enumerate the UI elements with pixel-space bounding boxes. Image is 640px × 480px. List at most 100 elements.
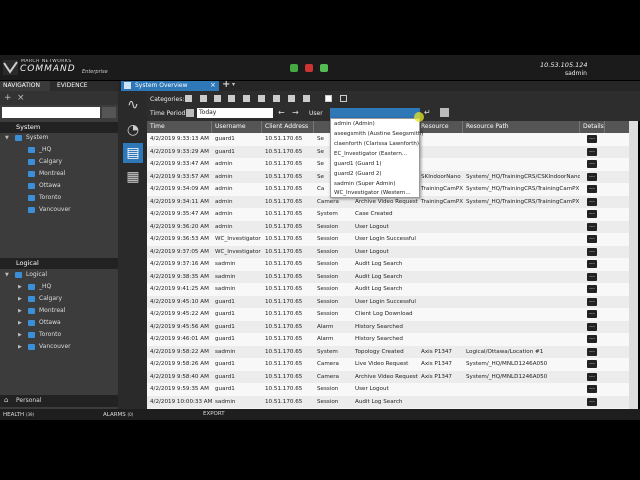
health-gauge-icon[interactable]: ◔ xyxy=(123,120,143,140)
dropdown-option[interactable]: aseegsmith (Austine Seegsmith) xyxy=(334,131,424,137)
add-tab-icon[interactable]: + xyxy=(222,79,230,90)
tree-item-logical[interactable]: Ottawa xyxy=(39,319,61,326)
tree-item-logical[interactable]: Calgary xyxy=(39,295,62,302)
details-button[interactable]: ... xyxy=(587,260,597,268)
details-button[interactable]: ... xyxy=(587,360,597,368)
tree-item-system[interactable]: Vancouver xyxy=(39,206,71,213)
details-button[interactable]: ... xyxy=(587,385,597,393)
export-icon[interactable] xyxy=(440,108,449,117)
next-arrow-icon[interactable]: → xyxy=(292,108,299,117)
details-button[interactable]: ... xyxy=(587,197,597,206)
details-button[interactable]: ... xyxy=(587,347,597,356)
dropdown-option[interactable]: EC_Investigator (Eastern... xyxy=(334,151,407,157)
details-button[interactable]: ... xyxy=(587,210,597,218)
activity-icon[interactable]: ∿ xyxy=(123,95,143,115)
details-button[interactable]: ... xyxy=(587,222,597,231)
dropdown-option[interactable]: WC_Investigator (Western... xyxy=(334,190,411,196)
tree-item-system[interactable]: _HQ xyxy=(39,146,51,153)
details-button[interactable]: ... xyxy=(587,172,597,181)
tray-alert-icon[interactable] xyxy=(305,64,313,72)
details-button[interactable]: ... xyxy=(587,235,597,243)
tab-evidence[interactable]: EVIDENCE xyxy=(54,81,94,91)
logical-section-header[interactable]: Logical xyxy=(0,258,118,269)
health-status[interactable]: HEALTH (39) xyxy=(3,410,34,420)
column-header-username[interactable]: Username xyxy=(212,121,262,133)
column-header-resource[interactable]: Resource xyxy=(418,121,463,133)
expand-arrow-icon[interactable]: ▶ xyxy=(18,308,22,314)
select-all-checkbox[interactable] xyxy=(325,95,332,102)
tree-item-system-root[interactable]: System xyxy=(26,134,48,141)
search-icon[interactable] xyxy=(102,107,116,118)
session-category-icon[interactable] xyxy=(273,95,280,102)
tab-system-overview[interactable]: System Overview xyxy=(121,81,219,91)
details-button[interactable]: ... xyxy=(587,335,597,343)
camera-category-icon[interactable] xyxy=(214,95,221,102)
light-category-icon[interactable] xyxy=(243,95,250,102)
alarm-category-icon[interactable] xyxy=(258,95,265,102)
dropdown-option[interactable]: admin (Admin) xyxy=(334,121,375,127)
expand-arrow-icon[interactable]: ▶ xyxy=(18,320,22,326)
tree-item-system[interactable]: Montreal xyxy=(39,170,65,177)
column-header-details[interactable]: Details xyxy=(580,121,605,133)
tree-item-system[interactable]: Calgary xyxy=(39,158,62,165)
tree-item-logical[interactable]: _HQ xyxy=(39,283,51,290)
tray-status-icon[interactable] xyxy=(290,64,298,72)
system-category-icon[interactable] xyxy=(288,95,295,102)
collapse-arrow-icon[interactable]: ▼ xyxy=(5,272,9,278)
remove-icon[interactable]: × xyxy=(17,93,25,103)
column-header-resource-path[interactable]: Resource Path xyxy=(463,121,580,133)
select-none-checkbox[interactable] xyxy=(340,95,347,102)
dropdown-option[interactable]: sadmin (Super Admin) xyxy=(334,181,396,187)
details-button[interactable]: ... xyxy=(587,310,597,318)
expand-arrow-icon[interactable]: ▶ xyxy=(18,332,22,338)
user-filter-select[interactable] xyxy=(330,108,420,118)
apply-filter-icon[interactable]: ↵ xyxy=(424,108,431,117)
details-button[interactable]: ... xyxy=(587,285,597,293)
grid-category-icon[interactable] xyxy=(228,95,235,102)
tray-ok-icon[interactable] xyxy=(320,64,328,72)
system-overview-icon[interactable]: ▤ xyxy=(123,143,143,163)
add-icon[interactable]: + xyxy=(4,93,12,103)
tree-item-system[interactable]: Ottawa xyxy=(39,182,61,189)
previous-arrow-icon[interactable]: ← xyxy=(278,108,285,117)
tree-item-logical[interactable]: Montreal xyxy=(39,307,65,314)
time-period-select[interactable]: Today xyxy=(197,108,273,118)
tree-item-logical[interactable]: Vancouver xyxy=(39,343,71,350)
details-button[interactable]: ... xyxy=(587,147,597,156)
user-category-icon[interactable] xyxy=(185,95,192,102)
calendar-icon[interactable] xyxy=(186,109,194,117)
expand-arrow-icon[interactable]: ▶ xyxy=(18,296,22,302)
system-section-header[interactable]: System xyxy=(0,122,118,133)
tab-navigation[interactable]: NAVIGATION xyxy=(0,81,50,91)
expand-arrow-icon[interactable]: ▶ xyxy=(18,344,22,350)
details-button[interactable]: ... xyxy=(587,322,597,331)
device-category-icon[interactable] xyxy=(200,95,207,102)
details-button[interactable]: ... xyxy=(587,272,597,281)
tree-item-logical-root[interactable]: Logical xyxy=(26,271,47,278)
tab-menu-chevron-icon[interactable]: ▾ xyxy=(232,81,235,88)
details-button[interactable]: ... xyxy=(587,372,597,381)
table-scrollbar[interactable] xyxy=(629,121,638,409)
dropdown-option[interactable]: claenforth (Clarissa Lawnforth) xyxy=(334,141,419,147)
tree-item-logical[interactable]: Toronto xyxy=(39,331,61,338)
details-button[interactable]: ... xyxy=(587,297,597,306)
details-button[interactable]: ... xyxy=(587,160,597,168)
alarms-status[interactable]: ALARMS (0) xyxy=(103,410,133,420)
details-button[interactable]: ... xyxy=(587,135,597,143)
details-button[interactable]: ... xyxy=(587,185,597,193)
close-tab-icon[interactable]: × xyxy=(210,81,216,89)
expand-arrow-icon[interactable]: ▶ xyxy=(18,284,22,290)
column-header-client-address[interactable]: Client Address xyxy=(262,121,314,133)
details-button[interactable]: ... xyxy=(587,247,597,256)
personal-section-header[interactable]: ⌂ Personal xyxy=(0,395,118,407)
tree-item-system[interactable]: Toronto xyxy=(39,194,61,201)
details-button[interactable]: ... xyxy=(587,397,597,406)
column-header-time[interactable]: Time xyxy=(147,121,212,133)
dropdown-option[interactable]: guard2 (Guard 2) xyxy=(334,171,382,177)
export-status[interactable]: EXPORT xyxy=(203,410,225,419)
dropdown-option[interactable]: guard1 (Guard 1) xyxy=(334,161,382,167)
tools-category-icon[interactable] xyxy=(303,95,310,102)
reports-icon[interactable]: ▦ xyxy=(123,167,143,187)
collapse-arrow-icon[interactable]: ▼ xyxy=(5,135,9,141)
navigation-search-input[interactable] xyxy=(2,107,100,118)
